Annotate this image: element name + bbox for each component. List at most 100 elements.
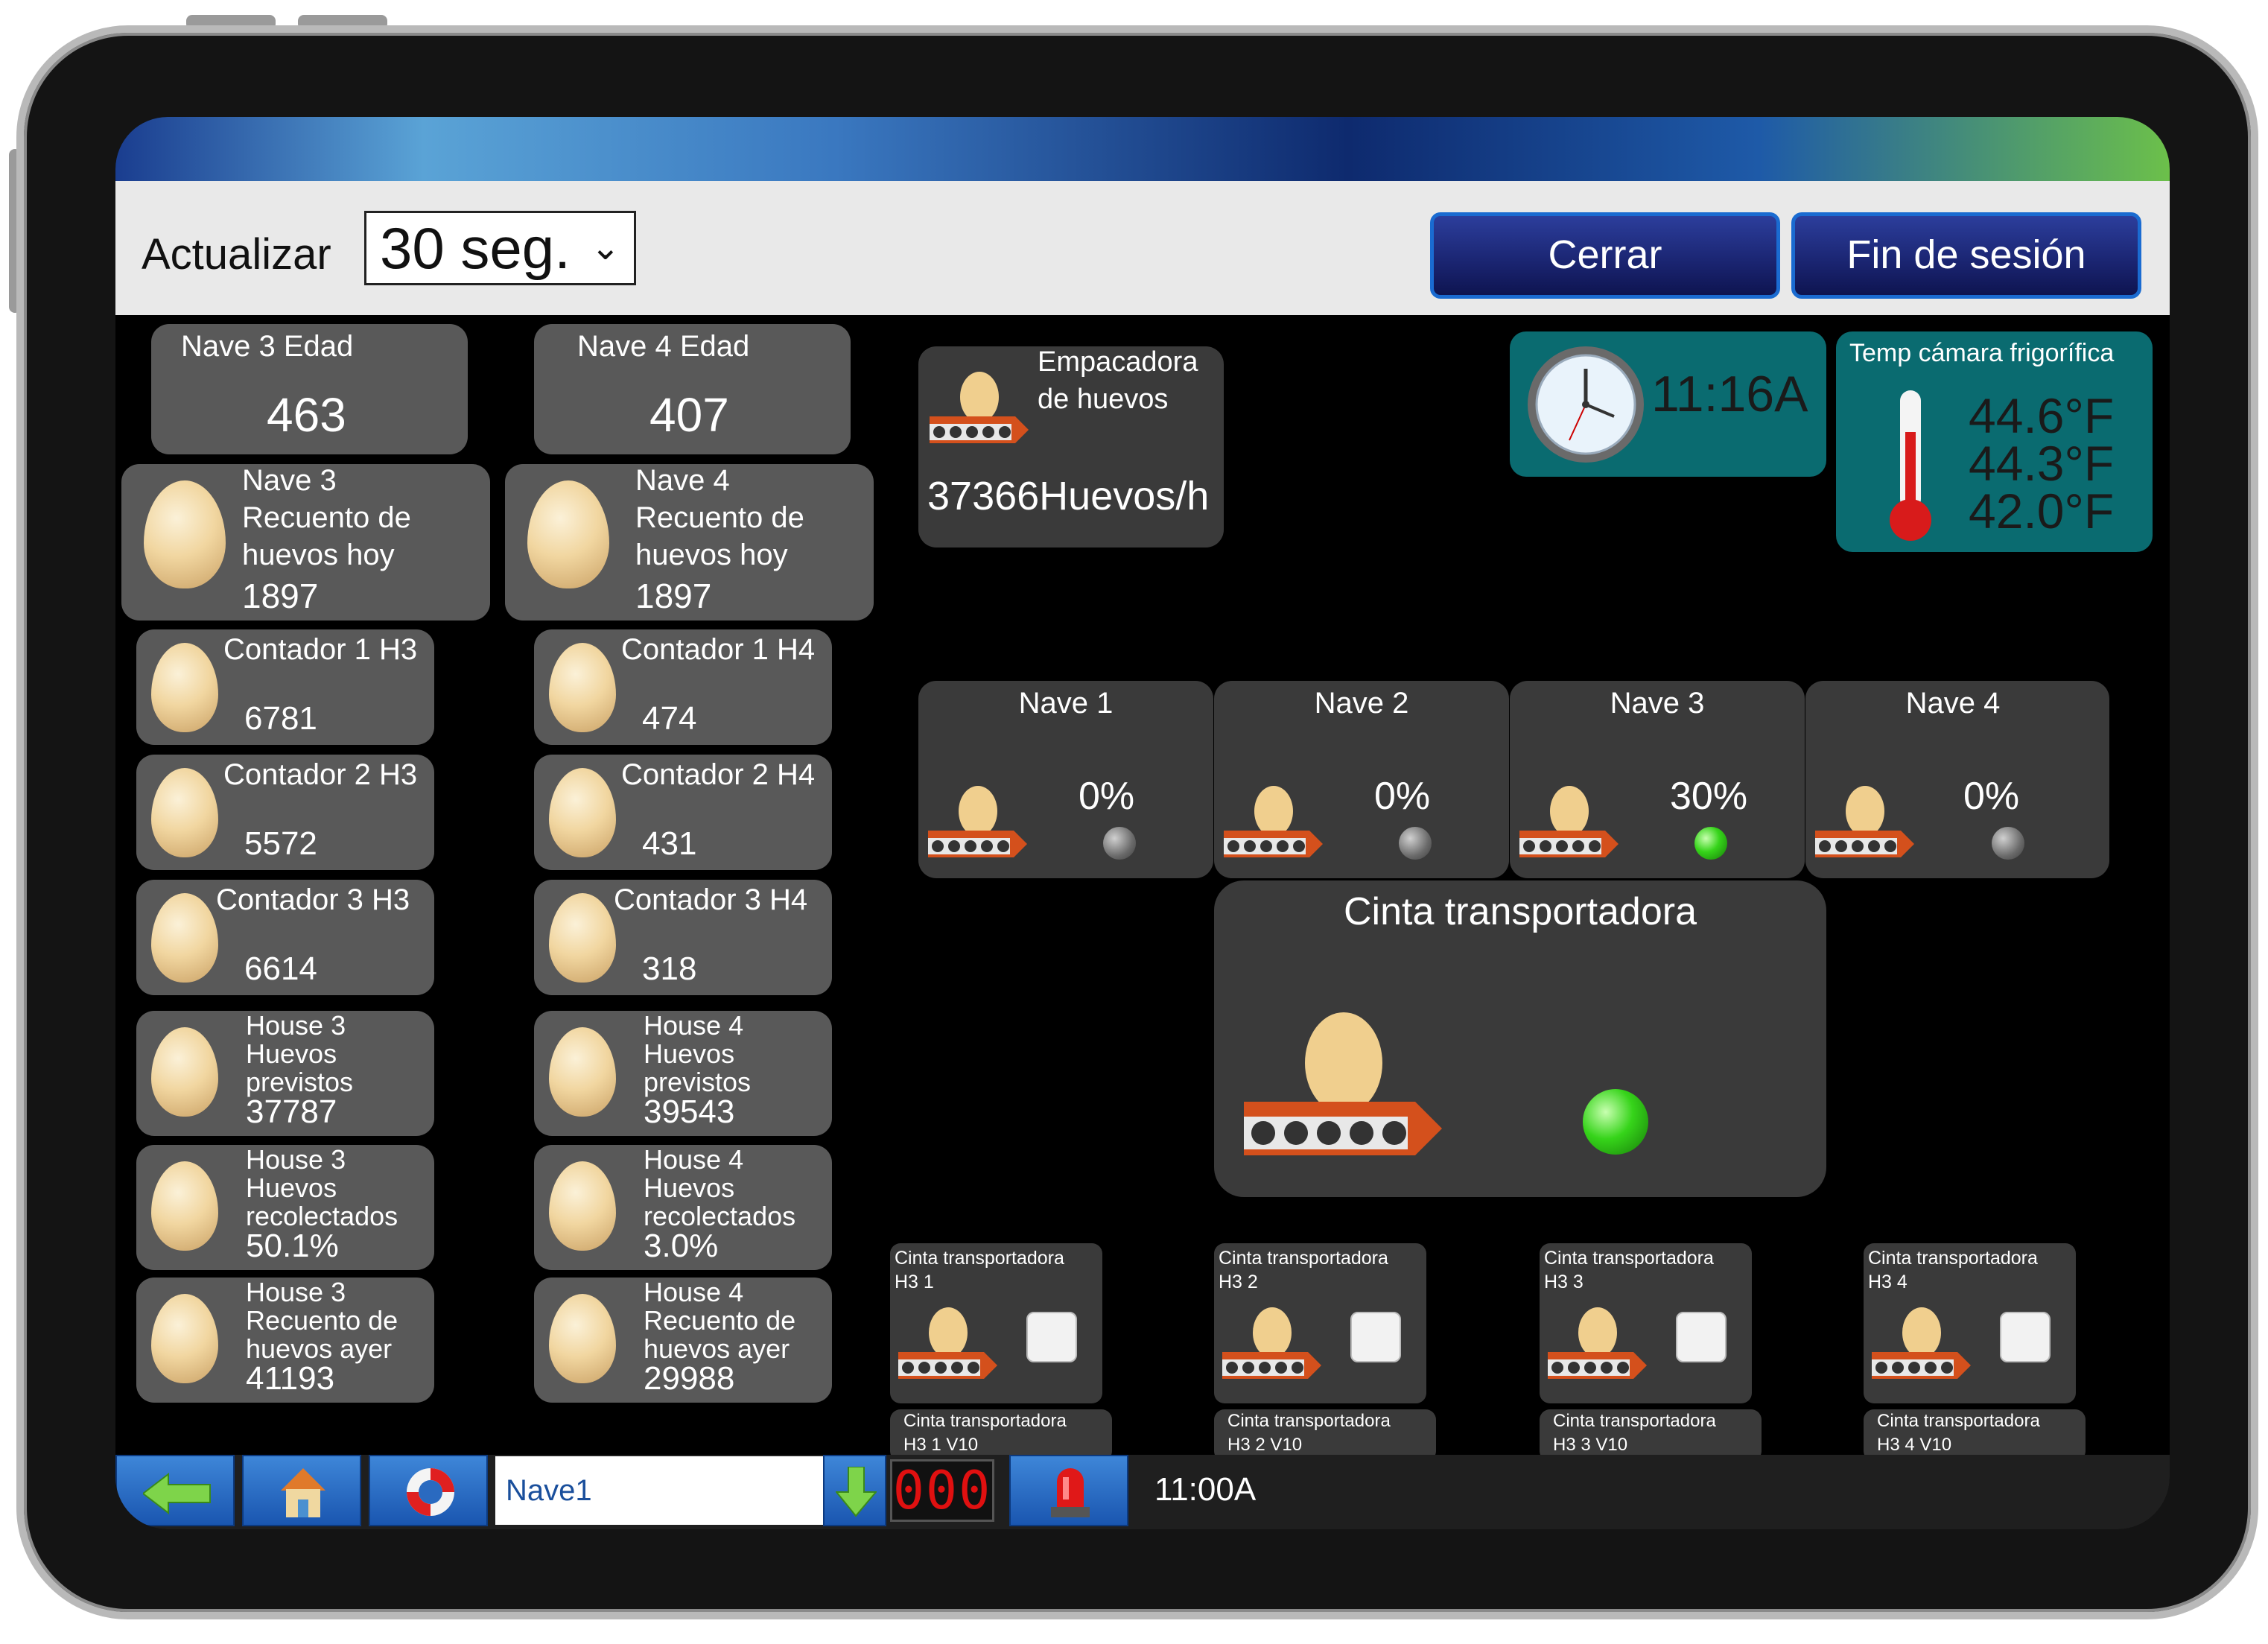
belt-sub-card-h3-4: Cinta transportadora H3 4 V10 bbox=[1864, 1409, 2086, 1461]
stat-line: House 3 bbox=[246, 1010, 346, 1041]
counter-value: 6781 bbox=[244, 700, 317, 737]
egg-conveyor-icon bbox=[1519, 786, 1619, 857]
back-button[interactable] bbox=[115, 1455, 235, 1526]
counter-label: Contador 1 H4 bbox=[621, 633, 816, 666]
stat-line: previstos bbox=[644, 1067, 752, 1097]
nave-status-4[interactable]: Nave 4 0% bbox=[1805, 681, 2109, 878]
counter-value: 5572 bbox=[244, 825, 317, 862]
nave-select-field[interactable]: Nave1 bbox=[495, 1456, 823, 1525]
belt-card-h3-3[interactable]: Cinta transportadora H3 3 bbox=[1540, 1243, 1752, 1403]
belt-toggle[interactable] bbox=[2000, 1312, 2051, 1362]
counter-card-h3-1: Contador 1 H3 6781 bbox=[136, 629, 434, 745]
belt-sub-label: H3 1 V10 bbox=[903, 1435, 979, 1455]
egg-icon bbox=[144, 480, 226, 588]
stat-line: Recuento de bbox=[644, 1305, 796, 1336]
counter-value: 431 bbox=[642, 825, 697, 862]
stat-card-h4-collected: House 4 Huevos recolectados 3.0% bbox=[534, 1145, 832, 1270]
toolbar: Actualizar 30 seg. ⌄ Cerrar Fin de sesió… bbox=[115, 181, 2170, 315]
conveyor-status-led bbox=[1583, 1089, 1648, 1155]
egg-icon bbox=[549, 643, 616, 732]
refresh-interval-select[interactable]: 30 seg. ⌄ bbox=[364, 211, 636, 285]
belt-card-h3-1[interactable]: Cinta transportadora H3 1 bbox=[890, 1243, 1102, 1403]
stat-line: Huevos bbox=[644, 1038, 735, 1069]
age-card-value: 407 bbox=[649, 388, 729, 442]
today-count-line: Recuento de bbox=[635, 501, 804, 534]
status-led bbox=[1399, 827, 1432, 860]
egg-conveyor-icon bbox=[1815, 786, 1914, 857]
belt-label: H3 1 bbox=[895, 1272, 934, 1292]
alarm-button[interactable] bbox=[1009, 1455, 1128, 1526]
home-button[interactable] bbox=[242, 1455, 361, 1526]
stat-card-h3-yesterday: House 3 Recuento de huevos ayer 41193 bbox=[136, 1278, 434, 1403]
status-led bbox=[1103, 827, 1136, 860]
stat-card-h3-forecast: House 3 Huevos previstos 37787 bbox=[136, 1011, 434, 1136]
refresh-interval-value: 30 seg. bbox=[380, 215, 571, 281]
counter-value: 6614 bbox=[244, 950, 317, 987]
bottom-navigation-bar: Nave1 000 11:00A bbox=[115, 1455, 2170, 1529]
nave-status-1[interactable]: Nave 1 0% bbox=[918, 681, 1213, 878]
clock-icon bbox=[1528, 346, 1644, 463]
counter-card-h4-2: Contador 2 H4 431 bbox=[534, 755, 832, 870]
conveyor-title: Cinta transportadora bbox=[1343, 890, 1697, 933]
home-icon bbox=[281, 1468, 325, 1517]
alarm-beacon-icon bbox=[1051, 1468, 1090, 1517]
age-card-nave3: Nave 3 Edad 463 bbox=[151, 324, 468, 454]
nave-percent: 0% bbox=[1079, 775, 1135, 818]
counter-card-h3-2: Contador 2 H3 5572 bbox=[136, 755, 434, 870]
conveyor-main-panel[interactable]: Cinta transportadora bbox=[1214, 880, 1826, 1197]
counter-label: Contador 3 H4 bbox=[614, 883, 808, 916]
cold-room-temp: 42.0°F bbox=[1969, 483, 2115, 539]
egg-icon bbox=[151, 1161, 218, 1251]
nave-status-2[interactable]: Nave 2 0% bbox=[1214, 681, 1509, 878]
egg-conveyor-icon bbox=[898, 1307, 997, 1379]
clock-panel: 11:16A bbox=[1510, 331, 1826, 477]
stat-value: 39543 bbox=[644, 1094, 735, 1130]
belt-sub-label: Cinta transportadora bbox=[903, 1411, 1067, 1431]
arrow-down-icon bbox=[836, 1467, 877, 1517]
egg-icon bbox=[151, 643, 218, 732]
age-card-value: 463 bbox=[267, 388, 346, 442]
egg-icon bbox=[549, 1027, 616, 1117]
stat-card-h3-collected: House 3 Huevos recolectados 50.1% bbox=[136, 1145, 434, 1270]
egg-icon bbox=[549, 768, 616, 857]
belt-toggle[interactable] bbox=[1350, 1312, 1401, 1362]
cold-room-panel: Temp cámara frigorífica 44.6°F 44.3°F 42… bbox=[1836, 331, 2153, 552]
logout-button[interactable]: Fin de sesión bbox=[1791, 212, 2141, 299]
belt-sub-card-h3-3: Cinta transportadora H3 3 V10 bbox=[1540, 1409, 1762, 1461]
stat-line: recolectados bbox=[246, 1201, 398, 1231]
egg-conveyor-icon bbox=[930, 372, 1029, 443]
nave-name: Nave 4 bbox=[1905, 687, 2001, 720]
cold-room-title: Temp cámara frigorífica bbox=[1849, 339, 2115, 367]
status-led bbox=[1694, 827, 1727, 860]
belt-toggle[interactable] bbox=[1676, 1312, 1727, 1362]
nave-percent: 30% bbox=[1670, 775, 1748, 818]
belt-label: H3 2 bbox=[1219, 1272, 1258, 1292]
stat-line: Huevos bbox=[246, 1038, 337, 1069]
counter-card-h4-3: Contador 3 H4 318 bbox=[534, 880, 832, 995]
egg-conveyor-icon bbox=[1244, 1012, 1442, 1155]
counter-label: Contador 3 H3 bbox=[216, 883, 410, 916]
stat-line: House 4 bbox=[644, 1277, 744, 1307]
age-card-title: Nave 4 Edad bbox=[577, 330, 750, 363]
stat-line: House 3 bbox=[246, 1144, 346, 1175]
close-button[interactable]: Cerrar bbox=[1430, 212, 1780, 299]
egg-icon bbox=[151, 1027, 218, 1117]
belt-label: Cinta transportadora bbox=[1868, 1248, 2038, 1269]
stat-line: Huevos bbox=[644, 1172, 735, 1203]
counter-card-h3-3: Contador 3 H3 6614 bbox=[136, 880, 434, 995]
today-count-value: 1897 bbox=[635, 577, 712, 615]
stat-line: huevos ayer bbox=[246, 1333, 393, 1364]
egg-icon bbox=[549, 893, 616, 983]
stat-value: 50.1% bbox=[246, 1228, 339, 1264]
hmi-screen: Actualizar 30 seg. ⌄ Cerrar Fin de sesió… bbox=[115, 117, 2170, 1529]
dropdown-button[interactable] bbox=[823, 1455, 886, 1526]
nave-status-3[interactable]: Nave 3 30% bbox=[1510, 681, 1805, 878]
refresh-label: Actualizar bbox=[142, 230, 331, 279]
packer-label-line: de huevos bbox=[1038, 384, 1169, 415]
packer-rate: 37366Huevos/h bbox=[927, 474, 1210, 518]
belt-card-h3-2[interactable]: Cinta transportadora H3 2 bbox=[1214, 1243, 1426, 1403]
belt-toggle[interactable] bbox=[1026, 1312, 1077, 1362]
help-button[interactable] bbox=[369, 1455, 488, 1526]
belt-card-h3-4[interactable]: Cinta transportadora H3 4 bbox=[1864, 1243, 2076, 1403]
nave-name: Nave 3 bbox=[1610, 687, 1705, 720]
